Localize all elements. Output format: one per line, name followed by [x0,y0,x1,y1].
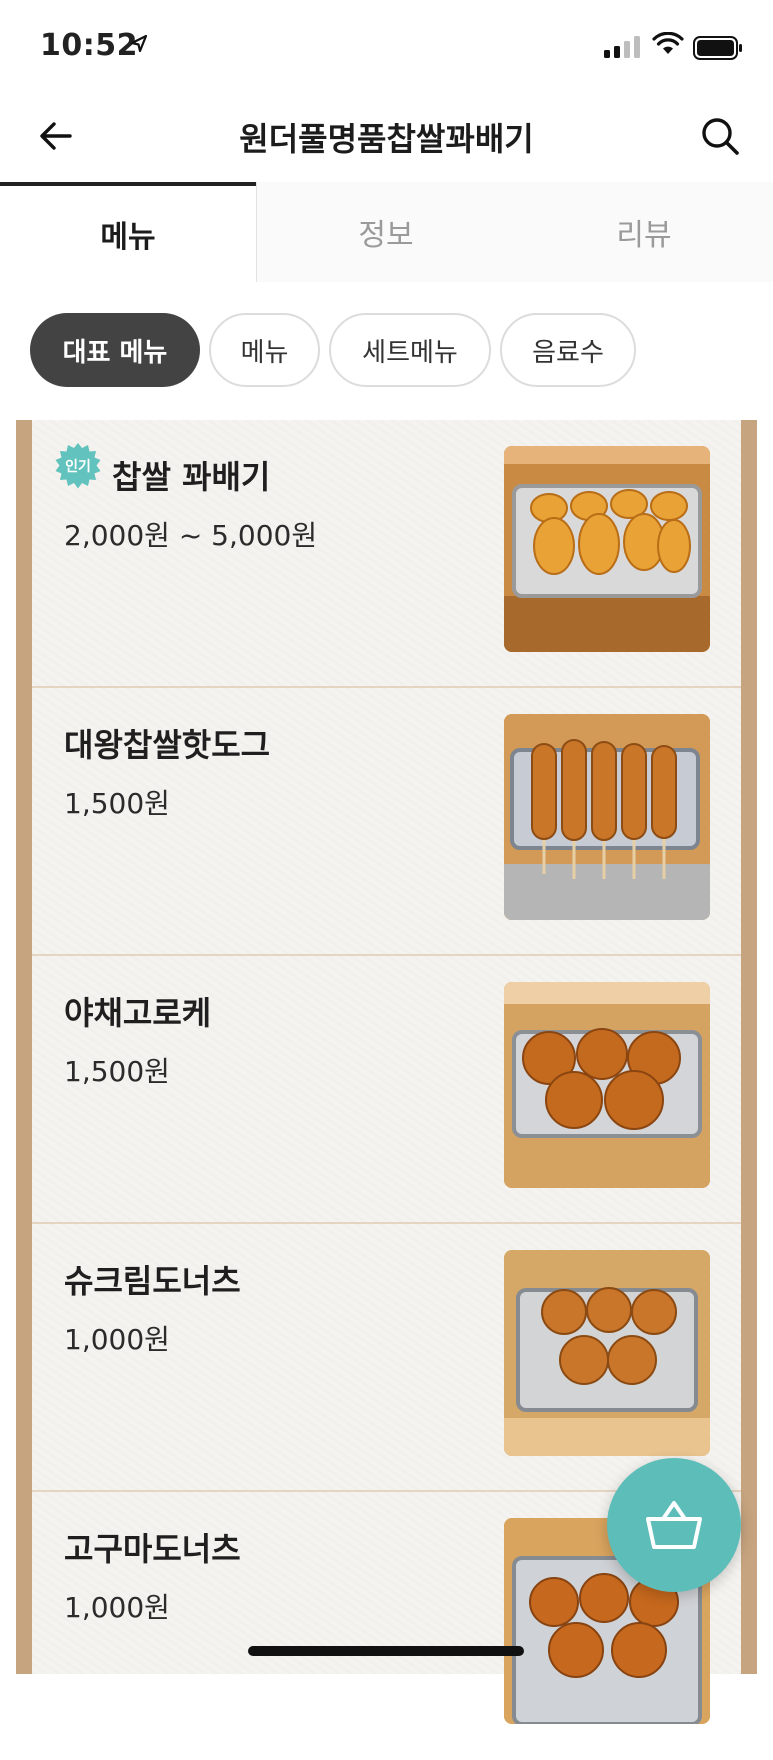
home-indicator [248,1646,524,1656]
menu-item[interactable]: 대왕찹쌀핫도그 1,500원 [32,688,741,956]
menu-item-name: 대왕찹쌀핫도그 [64,726,271,764]
chip-menu[interactable]: 메뉴 [209,313,320,387]
chip-set-menu[interactable]: 세트메뉴 [329,313,491,387]
wifi-icon [652,32,684,54]
shopping-basket-icon [646,1501,702,1549]
tab-menu[interactable]: 메뉴 [0,182,256,282]
popular-badge-icon: 인기 [55,443,101,489]
tab-review[interactable]: 리뷰 [515,182,773,282]
cart-button[interactable] [607,1458,741,1592]
location-arrow-icon [130,34,148,53]
search-icon[interactable] [698,114,742,158]
category-chips: 대표 메뉴 메뉴 세트메뉴 음료수 [0,313,773,389]
menu-item[interactable]: 야채고로케 1,500원 [32,956,741,1224]
corn-dog-photo-icon [504,714,710,920]
menu-item-name: 슈크림도너츠 [64,1262,241,1300]
tab-info-label: 정보 [358,218,414,253]
status-bar: 10:52 [0,0,773,96]
menu-item-price: 1,000원 [64,1323,170,1356]
menu-item[interactable]: 인기 찹쌀 꽈배기 2,000원 ~ 5,000원 [32,420,741,688]
twisted-donut-photo-icon [504,446,710,652]
chip-signature-menu[interactable]: 대표 메뉴 [30,313,200,387]
cellular-signal-icon [604,36,640,58]
popular-badge-text: 인기 [65,458,91,475]
menu-item-price: 1,000원 [64,1591,170,1624]
navigation-header: 원더풀명품찹쌀꽈배기 [0,96,773,184]
cream-donut-photo-icon [504,1250,710,1456]
tab-bar: 메뉴 정보 리뷰 [0,182,773,282]
chip-drinks[interactable]: 음료수 [500,313,636,387]
menu-item[interactable]: 슈크림도너츠 1,000원 [32,1224,741,1492]
menu-item-name: 찹쌀 꽈배기 [112,458,271,496]
menu-item-name: 고구마도너츠 [64,1530,241,1568]
croquette-photo-icon [504,982,710,1188]
battery-icon [693,36,742,60]
menu-item-price: 2,000원 ~ 5,000원 [64,519,318,552]
tab-info[interactable]: 정보 [257,182,515,282]
status-time: 10:52 [40,28,138,63]
menu-item-price: 1,500원 [64,1055,170,1088]
tab-review-label: 리뷰 [616,218,672,253]
menu-item-price: 1,500원 [64,787,170,820]
page-title: 원더풀명품찹쌀꽈배기 [239,120,534,158]
tab-menu-label: 메뉴 [100,220,156,255]
menu-item-name: 야채고로케 [64,994,212,1032]
